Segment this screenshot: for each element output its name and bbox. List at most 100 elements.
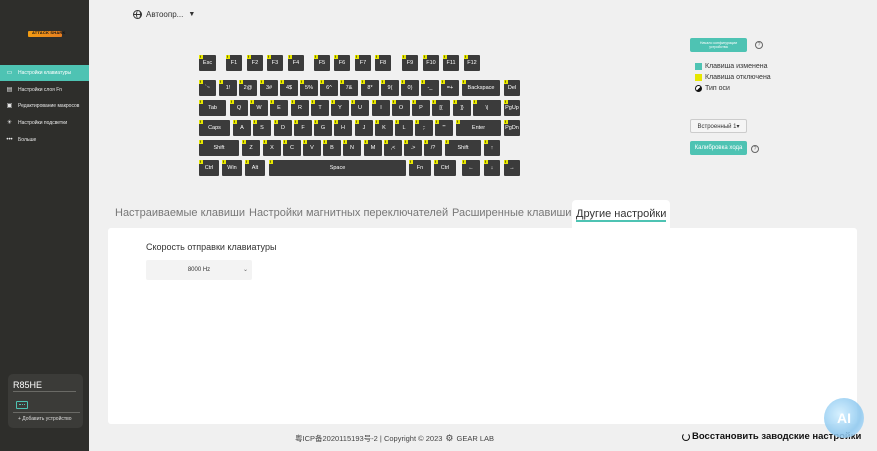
key[interactable]: P bbox=[412, 99, 430, 116]
help-icon[interactable]: ? bbox=[755, 41, 763, 49]
key[interactable]: T bbox=[311, 99, 329, 116]
key[interactable]: F9 bbox=[402, 54, 418, 71]
key[interactable]: G bbox=[314, 119, 332, 136]
key[interactable]: F7 bbox=[355, 54, 371, 71]
key[interactable]: F10 bbox=[423, 54, 439, 71]
key[interactable]: Fn bbox=[409, 159, 431, 176]
key[interactable]: ↑ bbox=[484, 139, 500, 156]
key[interactable]: U bbox=[351, 99, 369, 116]
help-icon[interactable]: ? bbox=[751, 145, 759, 153]
key[interactable]: Enter bbox=[456, 119, 501, 136]
key[interactable]: R bbox=[291, 99, 309, 116]
key[interactable]: F4 bbox=[288, 54, 304, 71]
key[interactable]: Tab bbox=[199, 99, 226, 116]
restore-config-button[interactable]: Начало конфигурации устройства bbox=[690, 38, 747, 52]
key[interactable]: B bbox=[323, 139, 341, 156]
key[interactable]: [{ bbox=[432, 99, 450, 116]
key[interactable]: L bbox=[395, 119, 413, 136]
key[interactable]: X bbox=[263, 139, 281, 156]
sidebar-item-lighting[interactable]: ☀ Настройки подсветки bbox=[0, 115, 89, 131]
sidebar-item-keyboard-settings[interactable]: ▭ Настройки клавиатуры bbox=[0, 65, 89, 81]
key[interactable]: 8* bbox=[361, 79, 379, 96]
builtin-profile-select[interactable]: Встроенный 1▾ bbox=[690, 119, 747, 133]
key[interactable]: → bbox=[504, 159, 520, 176]
ai-assistant-button[interactable]: AI bbox=[824, 398, 864, 438]
tab-other-settings[interactable]: Другие настройки bbox=[572, 200, 671, 228]
key[interactable]: C bbox=[283, 139, 301, 156]
key[interactable]: N bbox=[343, 139, 361, 156]
key[interactable]: Esc bbox=[199, 54, 216, 71]
key[interactable]: Win bbox=[222, 159, 242, 176]
key[interactable]: =+ bbox=[441, 79, 459, 96]
key[interactable]: H bbox=[334, 119, 352, 136]
key[interactable]: F bbox=[294, 119, 312, 136]
key[interactable]: F6 bbox=[334, 54, 350, 71]
sidebar-item-more[interactable]: ••• Больше bbox=[0, 132, 89, 148]
key[interactable]: Shift bbox=[199, 139, 239, 156]
add-device-button[interactable]: + Добавить устройство bbox=[18, 416, 72, 422]
key[interactable]: 2@ bbox=[239, 79, 257, 96]
key[interactable]: 0) bbox=[401, 79, 419, 96]
key[interactable]: /? bbox=[424, 139, 442, 156]
key[interactable]: D bbox=[274, 119, 292, 136]
key[interactable]: .> bbox=[404, 139, 422, 156]
key[interactable]: PgDn bbox=[504, 119, 520, 136]
key[interactable]: Caps bbox=[199, 119, 230, 136]
key[interactable]: Space bbox=[269, 159, 406, 176]
key[interactable]: 1! bbox=[219, 79, 237, 96]
sidebar-item-macro[interactable]: ▣ Редактирование макросов bbox=[0, 98, 89, 114]
key[interactable]: V bbox=[303, 139, 321, 156]
profile-selector[interactable]: Автоопр... ▼ bbox=[133, 10, 195, 19]
key[interactable]: F2 bbox=[247, 54, 263, 71]
key[interactable]: W bbox=[250, 99, 268, 116]
key[interactable]: Del bbox=[504, 79, 520, 96]
tab-advanced-keys[interactable]: Расширенные клавиши bbox=[452, 207, 571, 219]
key[interactable]: J bbox=[355, 119, 373, 136]
sidebar-item-fn-layer[interactable]: ▤ Настройки слоя Fn bbox=[0, 82, 89, 98]
key[interactable]: Backspace bbox=[462, 79, 500, 96]
key[interactable]: K bbox=[375, 119, 393, 136]
keyboard-icon: ▭ bbox=[6, 70, 13, 76]
key[interactable]: F5 bbox=[314, 54, 330, 71]
key-label: A bbox=[240, 125, 244, 131]
key[interactable]: S bbox=[253, 119, 271, 136]
key[interactable]: PgUp bbox=[504, 99, 520, 116]
key[interactable]: O bbox=[392, 99, 410, 116]
key[interactable]: ← bbox=[462, 159, 480, 176]
key[interactable]: 3# bbox=[260, 79, 278, 96]
key[interactable]: F8 bbox=[375, 54, 391, 71]
tab-custom-keys[interactable]: Настраиваемые клавиши bbox=[115, 207, 245, 219]
key[interactable]: F1 bbox=[226, 54, 242, 71]
key[interactable]: F11 bbox=[443, 54, 459, 71]
key[interactable]: M bbox=[364, 139, 382, 156]
key[interactable]: ,< bbox=[384, 139, 402, 156]
key[interactable]: `~ bbox=[199, 79, 216, 96]
key[interactable]: 6^ bbox=[320, 79, 338, 96]
tab-magnetic-switches[interactable]: Настройки магнитных переключателей bbox=[249, 207, 448, 219]
key[interactable]: 5% bbox=[300, 79, 318, 96]
key[interactable]: Ctrl bbox=[199, 159, 219, 176]
key[interactable]: Ctrl bbox=[434, 159, 456, 176]
key[interactable]: -_ bbox=[421, 79, 439, 96]
key[interactable]: 9( bbox=[381, 79, 399, 96]
key[interactable]: E bbox=[270, 99, 288, 116]
calibrate-travel-button[interactable]: Калибровка хода bbox=[690, 141, 747, 155]
key[interactable]: I bbox=[372, 99, 390, 116]
key[interactable]: ]} bbox=[453, 99, 471, 116]
key[interactable]: Shift bbox=[445, 139, 481, 156]
key[interactable]: '" bbox=[435, 119, 453, 136]
key[interactable]: Alt bbox=[245, 159, 265, 176]
key[interactable]: F12 bbox=[464, 54, 480, 71]
keyboard-device-icon[interactable] bbox=[16, 401, 28, 409]
key[interactable]: \| bbox=[473, 99, 501, 116]
key[interactable]: Q bbox=[230, 99, 248, 116]
key[interactable]: 7& bbox=[340, 79, 358, 96]
key[interactable]: ↓ bbox=[484, 159, 500, 176]
key[interactable]: 4$ bbox=[280, 79, 298, 96]
key[interactable]: Y bbox=[331, 99, 349, 116]
key[interactable]: Z bbox=[242, 139, 260, 156]
key[interactable]: ;: bbox=[415, 119, 433, 136]
polling-rate-select[interactable]: 8000 Hz ⌄ bbox=[146, 260, 252, 280]
key[interactable]: F3 bbox=[267, 54, 283, 71]
key[interactable]: A bbox=[233, 119, 251, 136]
